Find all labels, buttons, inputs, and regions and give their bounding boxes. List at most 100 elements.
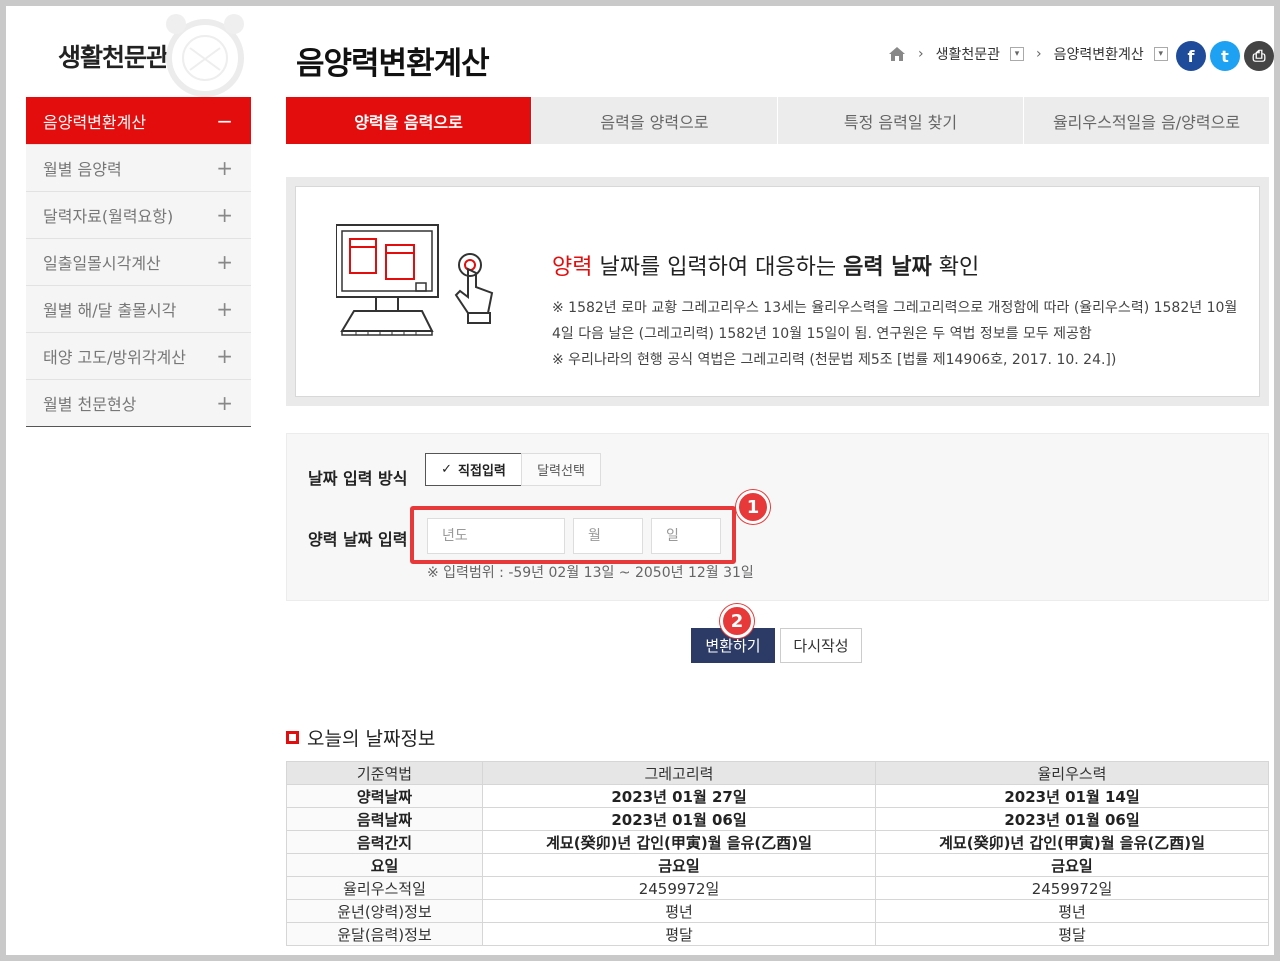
square-bullet-icon [286,731,299,744]
input-range-note: ※ 입력범위 : -59년 02월 13일 ~ 2050년 12월 31일 [427,565,754,581]
table-cell: 계묘(癸卯)년 갑인(甲寅)월 을유(乙酉)일 [875,830,1269,854]
table-cell: 윤달(음력)정보 [286,922,483,946]
sidebar-item-label: 달력자료(월력요항) [43,207,174,226]
table-cell: 금요일 [875,853,1269,877]
table-cell: 음력날짜 [286,807,483,831]
tab-solar-to-lunar[interactable]: 양력을 음력으로 [286,97,531,144]
table-cell: 평년 [482,899,876,923]
breadcrumb-separator-icon: › [1036,46,1042,62]
alarm-clock-icon [166,14,244,97]
sidebar-item-sun-moon-rise[interactable]: 월별 해/달 출몰시각 + [26,285,251,332]
expand-icon: + [216,250,233,274]
sidebar-item-label: 음양력변환계산 [43,112,147,132]
table-cell: 2023년 01월 06일 [875,807,1269,831]
table-row: 양력날짜 2023년 01월 27일 2023년 01월 14일 [286,784,1269,808]
sidebar-item-sun-altitude[interactable]: 태양 고도/방위각계산 + [26,332,251,379]
expand-icon: + [216,156,233,180]
table-row: 음력날짜 2023년 01월 06일 2023년 01월 06일 [286,807,1269,831]
page-title: 음양력변환계산 [296,46,490,82]
reset-button[interactable]: 다시작성 [780,628,862,663]
social-share: f t ⎙ [1176,41,1274,71]
sidebar-item-label: 월별 해/달 출몰시각 [43,301,177,320]
input-mode-label: 날짜 입력 방식 [308,469,408,488]
tab-julian-day[interactable]: 율리우스적일을 음/양력으로 [1023,97,1269,144]
sidebar-item-astronomical-events[interactable]: 월별 천문현상 + [26,379,251,426]
headline-bold: 음력 날짜 [843,255,932,280]
twitter-icon[interactable]: t [1210,41,1240,71]
table-header-cell: 그레고리력 [482,761,876,785]
tab-find-lunar-date[interactable]: 특정 음력일 찾기 [777,97,1023,144]
computer-touch-illustration-icon [336,224,494,336]
table-cell: 2023년 01월 27일 [482,784,876,808]
table-cell: 평달 [875,922,1269,946]
expand-icon: + [216,297,233,321]
sidebar-item-lunar-solar-convert[interactable]: 음양력변환계산 − [26,97,251,144]
info-note-1: ※ 1582년 로마 교황 그레고리우스 13세는 율리우스력을 그레고리력으로… [552,300,1238,342]
sidebar-item-monthly-calendar[interactable]: 월별 음양력 + [26,144,251,191]
breadcrumb-level1[interactable]: 생활천문관 [936,44,1000,64]
breadcrumb-level2[interactable]: 음양력변환계산 [1054,44,1144,64]
table-cell: 양력날짜 [286,784,483,808]
sidebar-item-calendar-data[interactable]: 달력자료(월력요항) + [26,191,251,238]
table-cell: 요일 [286,853,483,877]
info-note-2: ※ 우리나라의 현행 공식 역법은 그레고리력 (천문법 제5조 [법률 제14… [552,352,1117,368]
breadcrumb: › 생활천문관 ▾ › 음양력변환계산 ▾ [888,44,1168,64]
checkmark-icon: ✓ [441,462,453,477]
table-cell: 음력간지 [286,830,483,854]
table-row: 음력간지 계묘(癸卯)년 갑인(甲寅)월 을유(乙酉)일 계묘(癸卯)년 갑인(… [286,830,1269,854]
table-cell: 평년 [875,899,1269,923]
table-row: 윤년(양력)정보 평년 평년 [286,899,1269,923]
table-cell: 금요일 [482,853,876,877]
table-cell: 2459972일 [875,876,1269,900]
direct-input-button[interactable]: ✓ 직접입력 [425,453,522,486]
chevron-down-icon[interactable]: ▾ [1153,47,1168,61]
direct-input-label: 직접입력 [458,464,506,479]
facebook-icon[interactable]: f [1176,41,1206,71]
home-icon[interactable] [888,46,906,62]
table-row: 요일 금요일 금요일 [286,853,1269,877]
step-badge-2: 2 [720,604,754,638]
table-cell: 계묘(癸卯)년 갑인(甲寅)월 을유(乙酉)일 [482,830,876,854]
table-row: 율리우스적일 2459972일 2459972일 [286,876,1269,900]
expand-icon: + [216,391,233,415]
step-badge-1: 1 [736,490,770,524]
chevron-down-icon[interactable]: ▾ [1010,47,1025,61]
calendar-select-button[interactable]: 달력선택 [521,453,601,486]
table-header-row: 기준역법 그레고리력 율리우스력 [286,761,1269,785]
expand-icon: + [216,203,233,227]
table-cell: 평달 [482,922,876,946]
table-row: 윤달(음력)정보 평달 평달 [286,922,1269,946]
table-cell: 율리우스적일 [286,876,483,900]
headline-text: 날짜를 입력하여 대응하는 [592,255,844,280]
today-title-text: 오늘의 날짜정보 [307,728,436,750]
headline-text-end: 확인 [931,255,980,280]
info-box: 양력 날짜를 입력하여 대응하는 음력 날짜 확인 ※ 1582년 로마 교황 … [286,177,1269,406]
today-section-title: 오늘의 날짜정보 [286,724,435,751]
breadcrumb-separator-icon: › [918,46,924,62]
sidebar-item-label: 태양 고도/방위각계산 [43,348,186,367]
table-cell: 2459972일 [482,876,876,900]
sidebar-item-sunrise-sunset[interactable]: 일출일몰시각계산 + [26,238,251,285]
table-cell: 2023년 01월 06일 [482,807,876,831]
solar-date-label: 양력 날짜 입력 [308,530,408,549]
headline-highlight: 양력 [552,255,593,280]
table-cell: 2023년 01월 14일 [875,784,1269,808]
info-box-inner: 양력 날짜를 입력하여 대응하는 음력 날짜 확인 ※ 1582년 로마 교황 … [295,186,1260,397]
tab-bar: 양력을 음력으로 음력을 양력으로 특정 음력일 찾기 율리우스적일을 음/양력… [286,97,1269,144]
today-info-table: 기준역법 그레고리력 율리우스력 양력날짜 2023년 01월 27일 2023… [286,761,1269,946]
sidebar-item-label: 월별 천문현상 [43,395,137,414]
sidebar-nav: 음양력변환계산 − 월별 음양력 + 달력자료(월력요항) + 일출일몰시각계산… [26,97,251,427]
table-header-cell: 율리우스력 [875,761,1269,785]
info-headline: 양력 날짜를 입력하여 대응하는 음력 날짜 확인 [552,249,979,281]
annotation-highlight-box [410,506,736,564]
table-cell: 윤년(양력)정보 [286,899,483,923]
print-icon[interactable]: ⎙ [1244,41,1274,71]
site-logo[interactable]: 생활천문관 [58,38,169,74]
info-notes: ※ 1582년 로마 교황 그레고리우스 13세는 율리우스력을 그레고리력으로… [552,295,1242,373]
collapse-icon: − [216,108,233,133]
table-header-cell: 기준역법 [286,761,483,785]
sidebar-item-label: 월별 음양력 [43,160,122,179]
expand-icon: + [216,344,233,368]
tab-lunar-to-solar[interactable]: 음력을 양력으로 [531,97,777,144]
sidebar-item-label: 일출일몰시각계산 [43,254,161,273]
